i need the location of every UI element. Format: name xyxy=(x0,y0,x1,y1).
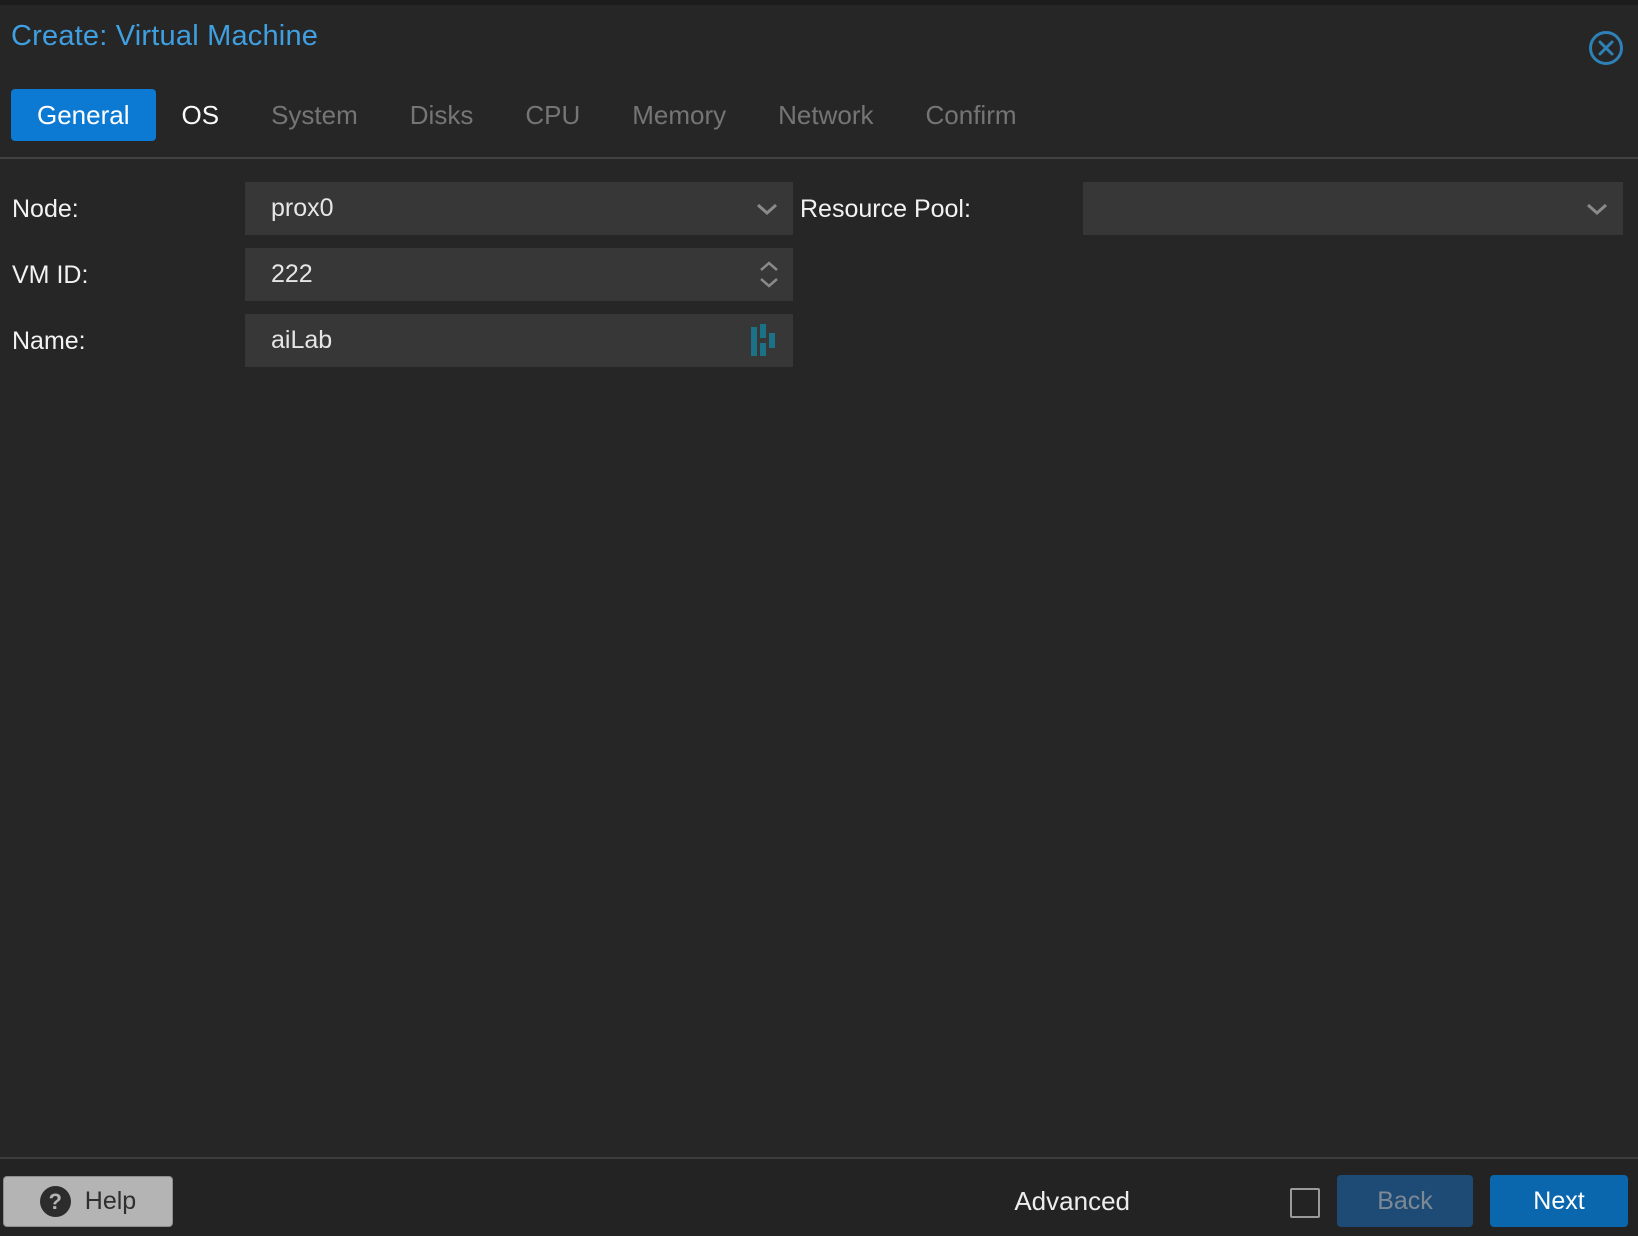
chevron-down-icon xyxy=(1585,202,1609,216)
chevron-down-icon xyxy=(755,202,779,216)
resource-pool-combobox[interactable] xyxy=(1083,182,1623,235)
tab-network: Network xyxy=(752,89,899,141)
advanced-label: Advanced xyxy=(1014,1186,1130,1217)
vm-id-value: 222 xyxy=(245,260,793,289)
help-button-label: Help xyxy=(85,1187,136,1216)
tab-general[interactable]: General xyxy=(11,89,156,141)
help-button[interactable]: ? Help xyxy=(3,1176,173,1227)
close-button[interactable] xyxy=(1586,28,1626,68)
resource-pool-label: Resource Pool: xyxy=(800,195,971,224)
spinner-up-icon[interactable] xyxy=(759,261,779,272)
vm-id-spinner[interactable] xyxy=(759,248,779,301)
node-label: Node: xyxy=(12,195,79,224)
resource-pool-dropdown-trigger[interactable] xyxy=(1585,182,1609,235)
tabbar-divider xyxy=(0,157,1638,159)
next-button[interactable]: Next xyxy=(1490,1175,1628,1227)
advanced-checkbox[interactable] xyxy=(1290,1188,1320,1218)
tab-memory: Memory xyxy=(606,89,752,141)
tab-os[interactable]: OS xyxy=(156,89,246,141)
tab-cpu: CPU xyxy=(499,89,606,141)
next-button-label: Next xyxy=(1533,1187,1584,1216)
name-value: aiLab xyxy=(245,326,793,355)
vm-id-spinner-field[interactable]: 222 xyxy=(245,248,793,301)
vm-id-label: VM ID: xyxy=(12,261,88,290)
back-button-label: Back xyxy=(1377,1187,1433,1216)
back-button[interactable]: Back xyxy=(1337,1175,1473,1227)
name-input[interactable]: aiLab xyxy=(245,314,793,367)
window-top-edge xyxy=(0,0,1638,5)
node-combobox[interactable]: prox0 xyxy=(245,182,793,235)
close-icon xyxy=(1586,28,1626,68)
dialog-title: Create: Virtual Machine xyxy=(11,20,318,53)
question-circle-icon: ? xyxy=(40,1186,71,1217)
wizard-tabbar: General OS System Disks CPU Memory Netwo… xyxy=(11,89,1043,141)
node-value: prox0 xyxy=(245,194,793,223)
create-vm-dialog: Create: Virtual Machine General OS Syste… xyxy=(0,0,1638,1236)
node-dropdown-trigger[interactable] xyxy=(755,182,779,235)
tab-system: System xyxy=(245,89,384,141)
spinner-down-icon[interactable] xyxy=(759,277,779,288)
field-loading-bars-icon xyxy=(751,314,777,367)
name-label: Name: xyxy=(12,327,86,356)
tab-confirm: Confirm xyxy=(900,89,1043,141)
tab-disks: Disks xyxy=(384,89,500,141)
